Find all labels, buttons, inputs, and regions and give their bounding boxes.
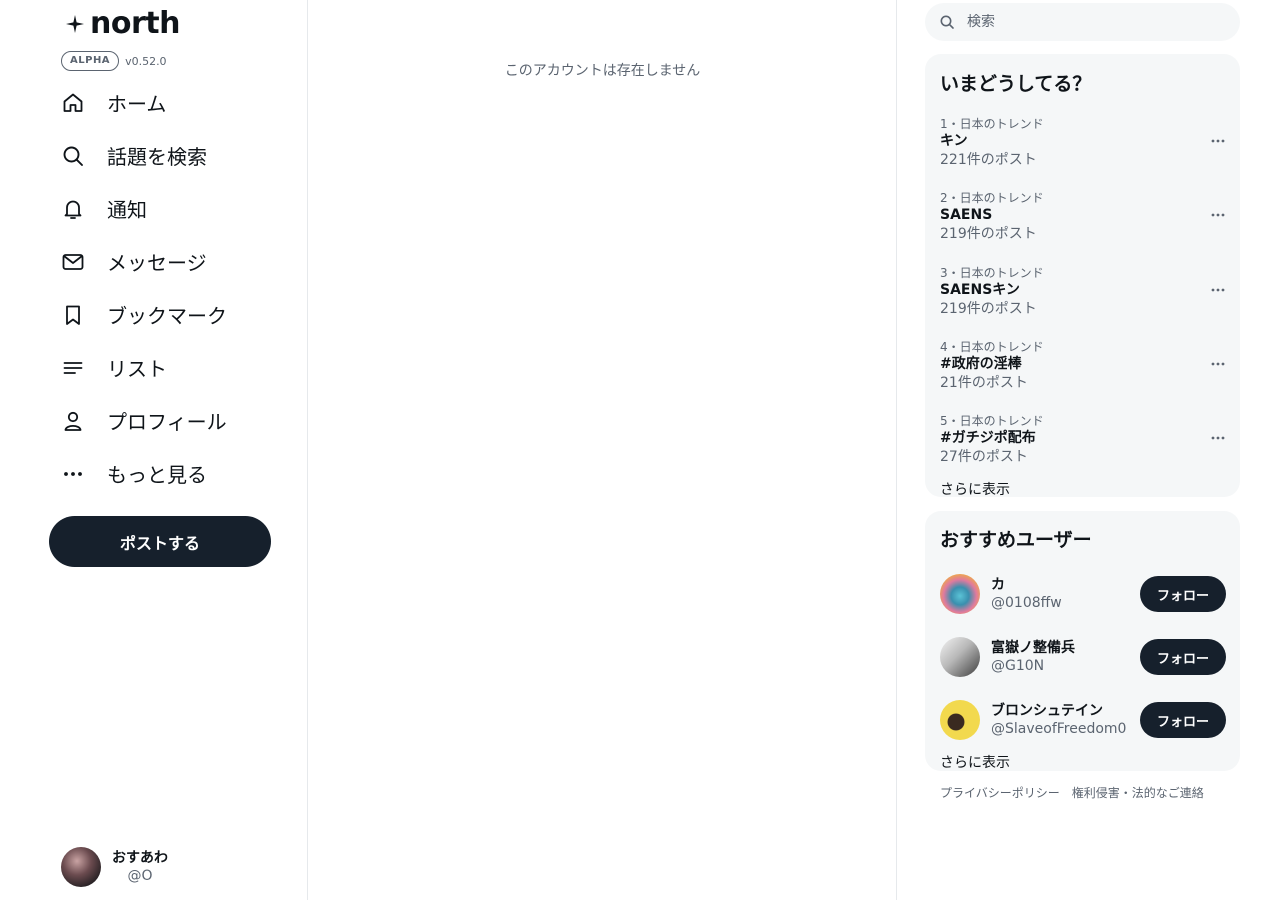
user-handle: @G10N — [991, 658, 1045, 674]
nav-label: 話題を検索 — [107, 145, 207, 169]
main-nav: ホーム 話題を検索 通知 メッセージ ブックマーク リスト プロフィール もっと… — [61, 76, 301, 500]
more-icon[interactable] — [1206, 207, 1230, 223]
nav-label: メッセージ — [107, 251, 207, 275]
footer-links: プライバシーポリシー 権利侵害・法的なご連絡 — [940, 784, 1216, 801]
right-sidebar: いまどうしてる？ 1・日本のトレンド キン 221件のポスト 2・日本のトレンド… — [897, 0, 1280, 900]
follow-button[interactable]: フォロー — [1140, 639, 1226, 675]
more-icon[interactable] — [1206, 356, 1230, 372]
envelope-icon — [61, 250, 85, 274]
trends-title: いまどうしてる？ — [940, 73, 1092, 95]
user-text: ブロンシュテイン @SlaveofFreedom0 — [991, 702, 1140, 738]
nav-item-home[interactable]: ホーム — [61, 76, 301, 129]
sparkle-icon — [64, 13, 86, 35]
trend-name: #ガチジポ配布 — [940, 430, 1036, 446]
privacy-policy-link[interactable]: プライバシーポリシー — [940, 784, 1060, 801]
user-name: カ — [991, 577, 1005, 593]
list-icon — [61, 356, 85, 380]
avatar — [940, 637, 980, 677]
more-icon[interactable] — [1206, 430, 1230, 446]
left-sidebar: north ALPHA v0.52.0 ホーム 話題を検索 通知 メッセージ ブ… — [0, 0, 308, 900]
current-user-card[interactable]: おすあわ @O — [61, 847, 168, 887]
trend-item[interactable]: 2・日本のトレンド SAENS 219件のポスト — [940, 191, 1230, 251]
brand-logo[interactable]: north — [64, 6, 180, 42]
user-handle: @0108ffw — [991, 595, 1062, 611]
nav-label: ブックマーク — [107, 304, 227, 328]
recommended-title: おすすめユーザー — [940, 529, 1092, 551]
search-box[interactable] — [925, 3, 1240, 41]
account-not-found-message: このアカウントは存在しません — [504, 63, 701, 79]
version-label: v0.52.0 — [125, 54, 167, 68]
trend-meta: 5・日本のトレンド — [940, 414, 1044, 428]
current-user-text: おすあわ @O — [112, 849, 168, 885]
current-user-name: おすあわ — [112, 850, 168, 866]
user-name: 富嶽ノ整備兵 — [991, 640, 1075, 656]
nav-label: もっと見る — [107, 463, 207, 487]
trend-meta: 2・日本のトレンド — [940, 191, 1044, 205]
trend-item[interactable]: 3・日本のトレンド SAENSキン 219件のポスト — [940, 266, 1230, 326]
user-text: 富嶽ノ整備兵 @G10N — [991, 639, 1140, 675]
bell-icon — [61, 197, 85, 221]
users-show-more-link[interactable]: さらに表示 — [940, 752, 1010, 772]
search-icon — [61, 144, 85, 168]
trend-meta: 3・日本のトレンド — [940, 266, 1044, 280]
trend-count: 219件のポスト — [940, 301, 1037, 317]
nav-item-notifications[interactable]: 通知 — [61, 182, 301, 235]
trend-count: 219件のポスト — [940, 226, 1037, 242]
follow-button[interactable]: フォロー — [1140, 702, 1226, 738]
user-row[interactable]: カ @0108ffw フォロー — [940, 573, 1226, 615]
nav-item-messages[interactable]: メッセージ — [61, 235, 301, 288]
more-icon[interactable] — [1206, 282, 1230, 298]
trend-count: 21件のポスト — [940, 375, 1028, 391]
user-icon — [61, 409, 85, 433]
trends-panel: いまどうしてる？ 1・日本のトレンド キン 221件のポスト 2・日本のトレンド… — [925, 54, 1240, 499]
trend-name: #政府の淫棒 — [940, 356, 1022, 372]
nav-label: ホーム — [107, 92, 167, 116]
user-text: カ @0108ffw — [991, 576, 1140, 612]
post-button[interactable]: ポストする — [49, 516, 271, 567]
copyright-contact-link[interactable]: 権利侵害・法的なご連絡 — [1072, 784, 1204, 801]
search-icon — [939, 14, 955, 30]
trends-show-more-link[interactable]: さらに表示 — [940, 479, 1010, 499]
trend-item[interactable]: 1・日本のトレンド キン 221件のポスト — [940, 117, 1230, 177]
nav-item-more[interactable]: もっと見る — [61, 447, 301, 500]
user-handle: @SlaveofFreedom0 — [991, 721, 1127, 737]
avatar — [940, 574, 980, 614]
user-name: ブロンシュテイン — [991, 703, 1103, 719]
user-row[interactable]: 富嶽ノ整備兵 @G10N フォロー — [940, 636, 1226, 678]
trend-name: キン — [940, 133, 968, 149]
trend-name: SAENSキン — [940, 282, 1020, 298]
nav-item-lists[interactable]: リスト — [61, 341, 301, 394]
nav-label: 通知 — [107, 198, 147, 222]
version-row: ALPHA v0.52.0 — [61, 51, 167, 71]
brand-name: north — [90, 6, 180, 41]
trend-meta: 1・日本のトレンド — [940, 117, 1044, 131]
follow-button[interactable]: フォロー — [1140, 576, 1226, 612]
more-icon[interactable] — [1206, 133, 1230, 149]
bookmark-icon — [61, 303, 85, 327]
trend-item[interactable]: 5・日本のトレンド #ガチジポ配布 27件のポスト — [940, 414, 1230, 474]
main-column: このアカウントは存在しません — [308, 0, 897, 900]
app-root: north ALPHA v0.52.0 ホーム 話題を検索 通知 メッセージ ブ… — [0, 0, 1280, 900]
trend-item[interactable]: 4・日本のトレンド #政府の淫棒 21件のポスト — [940, 340, 1230, 400]
home-icon — [61, 91, 85, 115]
trend-name: SAENS — [940, 207, 993, 223]
nav-label: プロフィール — [107, 410, 227, 434]
nav-label: リスト — [107, 357, 167, 381]
nav-item-bookmarks[interactable]: ブックマーク — [61, 288, 301, 341]
trend-meta: 4・日本のトレンド — [940, 340, 1044, 354]
search-input[interactable] — [967, 14, 1227, 30]
nav-item-explore[interactable]: 話題を検索 — [61, 129, 301, 182]
trend-count: 221件のポスト — [940, 152, 1037, 168]
current-user-handle: @O — [127, 868, 153, 884]
alpha-badge: ALPHA — [61, 51, 120, 71]
trend-count: 27件のポスト — [940, 449, 1028, 465]
recommended-users-panel: おすすめユーザー カ @0108ffw フォロー 富嶽ノ整備兵 @G10N フォ… — [925, 511, 1240, 771]
avatar — [940, 700, 980, 740]
user-row[interactable]: ブロンシュテイン @SlaveofFreedom0 フォロー — [940, 699, 1226, 741]
avatar — [61, 847, 101, 887]
more-icon — [61, 462, 85, 486]
nav-item-profile[interactable]: プロフィール — [61, 394, 301, 447]
